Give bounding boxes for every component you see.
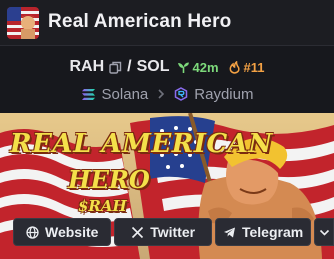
social-links-bar: Website Twitter Telegram: [13, 218, 334, 246]
header: Real American Hero: [0, 0, 334, 46]
chevron-right-icon: [157, 87, 165, 102]
website-label: Website: [44, 224, 99, 240]
globe-icon: [26, 225, 39, 239]
twitter-button[interactable]: Twitter: [114, 218, 212, 246]
sprout-icon: [177, 61, 190, 74]
token-avatar: [7, 7, 39, 39]
base-symbol: RAH: [69, 58, 105, 75]
x-icon: [131, 226, 144, 239]
chain-name[interactable]: Solana: [102, 86, 149, 103]
telegram-label: Telegram: [241, 224, 304, 240]
page-title: Real American Hero: [48, 11, 232, 32]
banner-line-1: REAL AMERICAN: [10, 129, 273, 159]
banner-line-2: HERO: [68, 165, 150, 194]
chevron-down-icon: [318, 226, 331, 239]
trending-rank[interactable]: #11: [228, 60, 265, 75]
telegram-button[interactable]: Telegram: [214, 218, 312, 246]
chain-breadcrumb: Solana Raydium: [0, 84, 334, 104]
dex-name[interactable]: Raydium: [194, 86, 253, 103]
pair-row: RAH / SOL 42m #11: [0, 56, 334, 78]
pair-age: 42m: [177, 60, 219, 75]
telegram-icon: [223, 226, 236, 239]
banner-line-3: $RAH: [78, 197, 127, 215]
solana-icon: [81, 88, 96, 101]
raydium-icon: [174, 87, 188, 101]
trending-rank-value: #11: [243, 59, 265, 75]
copy-icon[interactable]: [109, 61, 122, 74]
twitter-label: Twitter: [150, 224, 196, 240]
more-links-button[interactable]: [314, 218, 334, 246]
quote-symbol: SOL: [136, 58, 170, 75]
flame-icon: [228, 60, 241, 74]
pair-age-value: 42m: [192, 59, 219, 75]
website-button[interactable]: Website: [13, 218, 112, 246]
pair-separator: /: [127, 58, 132, 75]
